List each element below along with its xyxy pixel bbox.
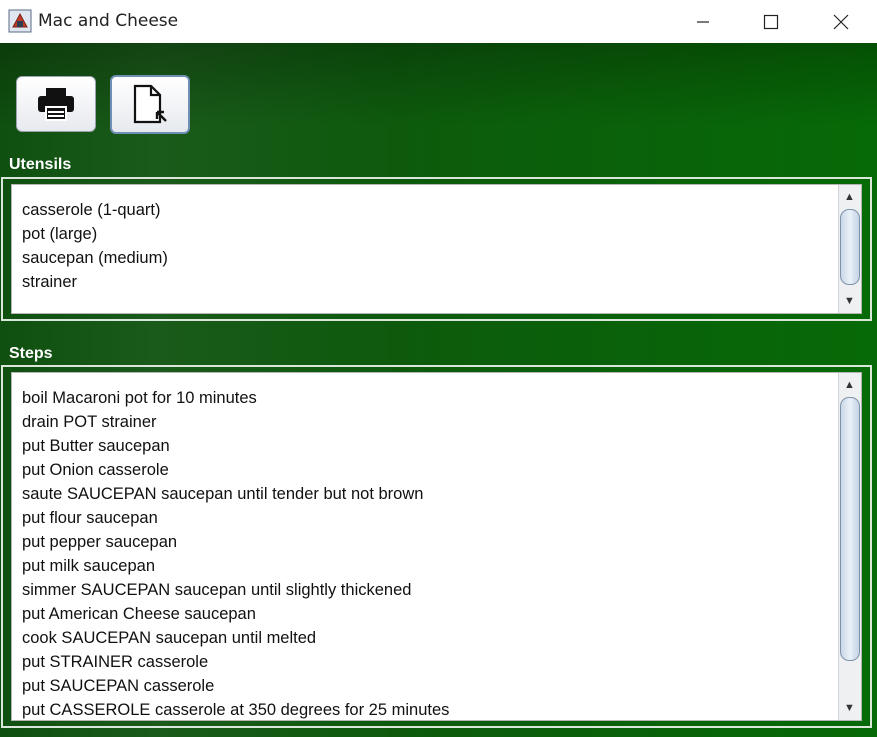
scroll-up-arrow-icon[interactable]: ▲ <box>839 187 860 207</box>
scroll-thumb[interactable] <box>840 209 860 285</box>
list-item: put milk saucepan <box>22 557 155 575</box>
close-button[interactable] <box>806 0 876 43</box>
scroll-thumb[interactable] <box>840 397 860 661</box>
document-cursor-icon <box>133 84 167 123</box>
app-icon <box>8 9 32 33</box>
list-item: drain POT strainer <box>22 413 157 431</box>
utensils-scrollbar[interactable]: ▲ ▼ <box>838 185 861 313</box>
list-item: boil Macaroni pot for 10 minutes <box>22 389 257 407</box>
scroll-down-arrow-icon[interactable]: ▼ <box>839 291 860 311</box>
scroll-up-arrow-icon[interactable]: ▲ <box>839 375 860 395</box>
utensils-panel: casserole (1-quart) pot (large) saucepan… <box>1 177 872 321</box>
list-item: put American Cheese saucepan <box>22 605 256 623</box>
steps-panel: boil Macaroni pot for 10 minutes drain P… <box>1 365 872 728</box>
scroll-down-arrow-icon[interactable]: ▼ <box>839 698 860 718</box>
minimize-button[interactable] <box>668 0 738 43</box>
list-item: put Onion casserole <box>22 461 169 479</box>
list-item: saucepan (medium) <box>22 249 168 267</box>
maximize-icon <box>763 14 779 29</box>
list-item: put CASSEROLE casserole at 350 degrees f… <box>22 701 450 719</box>
list-item: cook SAUCEPAN saucepan until melted <box>22 629 317 647</box>
maximize-button[interactable] <box>736 0 806 43</box>
list-item: simmer SAUCEPAN saucepan until slightly … <box>22 581 412 599</box>
list-item: put STRAINER casserole <box>22 653 209 671</box>
export-button[interactable] <box>110 75 190 134</box>
list-item: pot (large) <box>22 225 98 243</box>
list-item: strainer <box>22 273 78 291</box>
print-button[interactable] <box>16 76 96 132</box>
printer-icon <box>38 88 74 121</box>
list-item: put SAUCEPAN casserole <box>22 677 215 695</box>
utensils-label: Utensils <box>9 156 72 173</box>
list-item: saute SAUCEPAN saucepan until tender but… <box>22 485 424 503</box>
list-item: casserole (1-quart) <box>22 201 161 219</box>
steps-scrollbar[interactable]: ▲ ▼ <box>838 373 861 720</box>
window-title: Mac and Cheese <box>38 11 179 31</box>
list-item: put flour saucepan <box>22 509 158 527</box>
list-item: put pepper saucepan <box>22 533 178 551</box>
list-item: put Butter saucepan <box>22 437 170 455</box>
utensils-list[interactable]: casserole (1-quart) pot (large) saucepan… <box>11 184 862 314</box>
steps-list[interactable]: boil Macaroni pot for 10 minutes drain P… <box>11 372 862 721</box>
steps-label: Steps <box>9 345 53 362</box>
minimize-icon <box>697 20 709 23</box>
title-bar: Mac and Cheese <box>0 0 877 43</box>
close-icon <box>833 14 849 29</box>
